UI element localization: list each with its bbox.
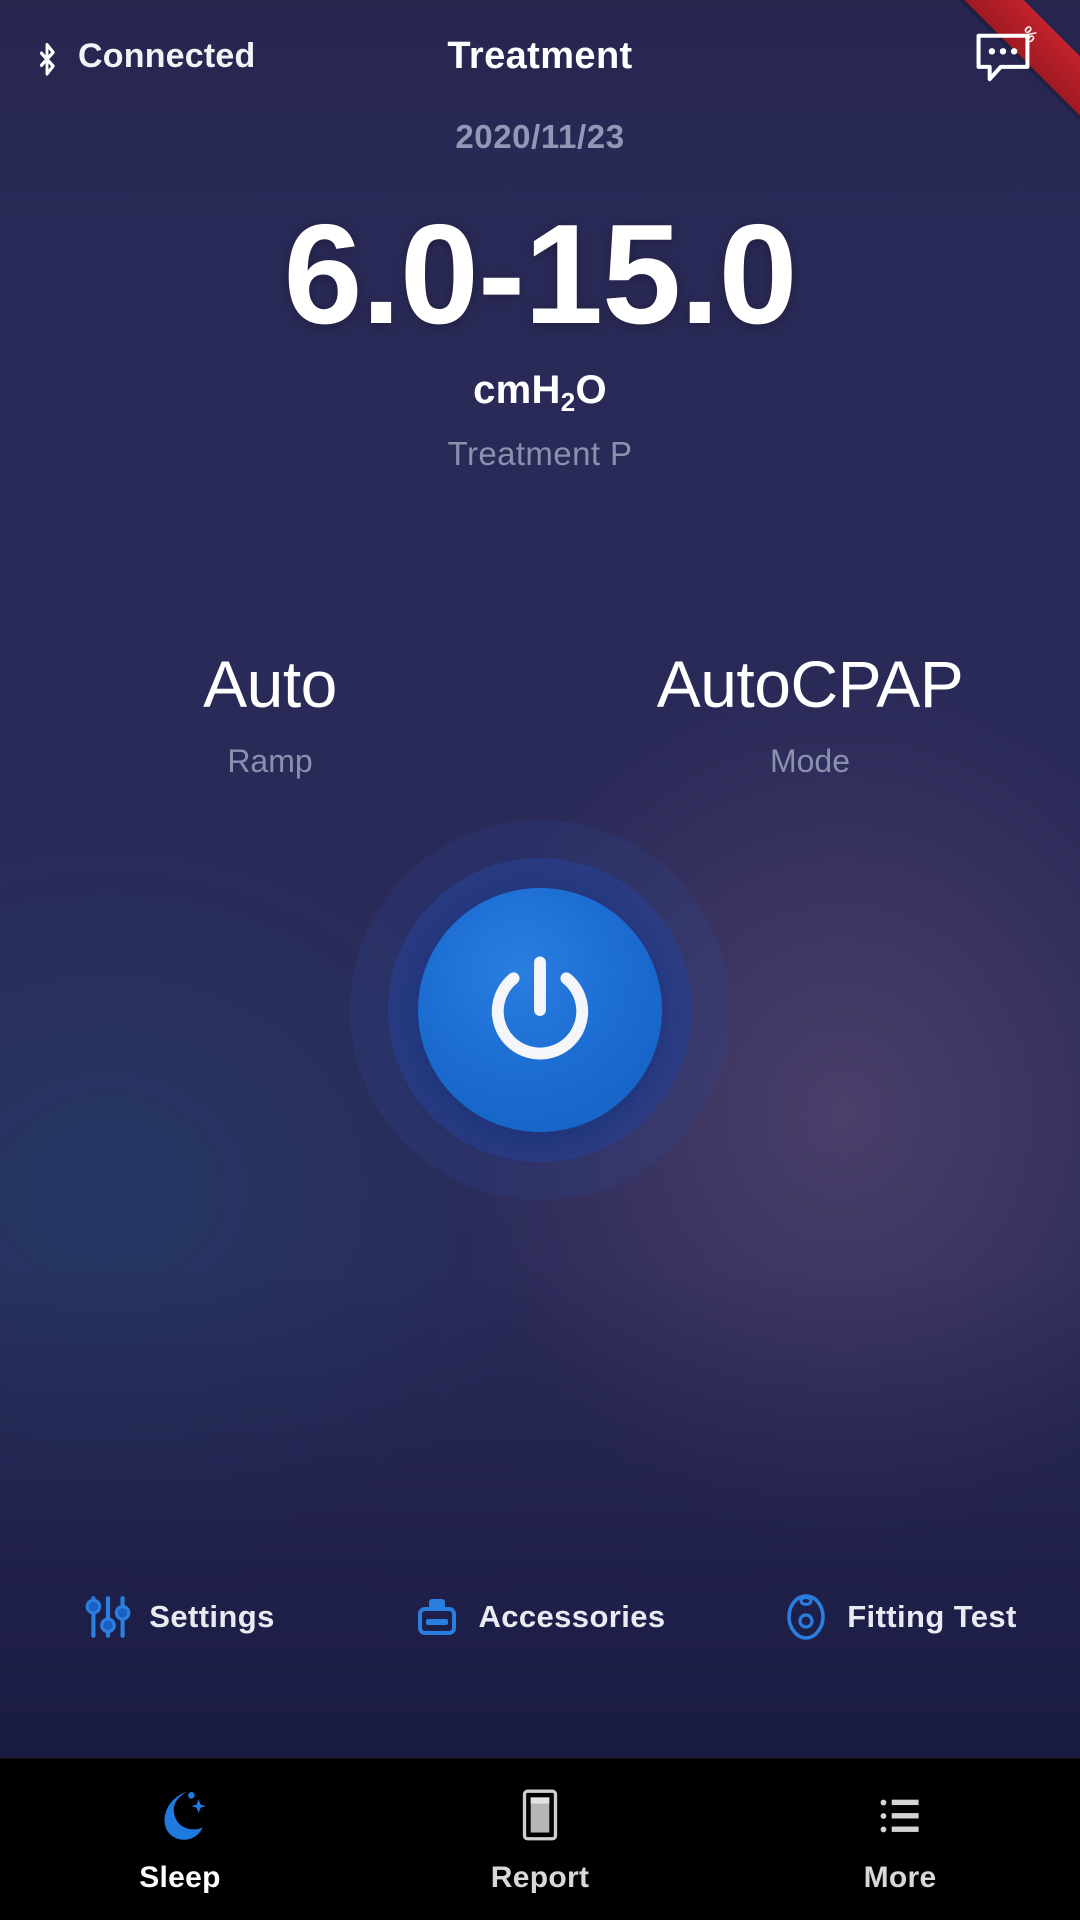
tab-sleep[interactable]: Sleep: [0, 1759, 360, 1920]
action-settings-label: Settings: [149, 1599, 275, 1634]
action-settings[interactable]: Settings: [0, 1592, 360, 1642]
pressure-unit-prefix: cmH: [473, 368, 561, 412]
bluetooth-icon: [40, 42, 55, 76]
tab-report[interactable]: Report: [360, 1759, 720, 1920]
power-icon: [491, 956, 589, 1060]
tab-sleep-label: Sleep: [139, 1860, 221, 1894]
moon-star-icon: [164, 1790, 206, 1840]
message-bubble-icon: [976, 33, 1030, 82]
pressure-unit-subscript: 2: [560, 387, 576, 417]
pressure-unit: cmH2O: [0, 368, 1080, 417]
mask-icon: [787, 1594, 826, 1640]
sliders-icon: [85, 1596, 131, 1638]
stat-mode-value: AutoCPAP: [656, 647, 964, 721]
action-accessories-label: Accessories: [478, 1599, 666, 1634]
header-bar: Connected Treatment: [0, 0, 1080, 112]
pressure-value: 6.0-15.0: [283, 195, 797, 354]
message-button[interactable]: [966, 26, 1040, 90]
treatment-readout: 2020/11/23 6.0-15.0 cmH2O Treatment P: [0, 118, 1080, 473]
bottom-tab-bar: Sleep Report More: [0, 1758, 1080, 1920]
tab-report-label: Report: [490, 1860, 590, 1894]
settings-summary-row: Auto Ramp AutoCPAP Mode: [0, 648, 1080, 780]
list-menu-icon: [880, 1799, 919, 1832]
action-fitting-test[interactable]: Fitting Test: [720, 1592, 1080, 1642]
tab-more-label: More: [863, 1860, 937, 1894]
tab-more[interactable]: More: [720, 1759, 1080, 1920]
bluetooth-status-label: Connected: [78, 36, 256, 75]
action-accessories[interactable]: Accessories: [360, 1592, 720, 1642]
report-document-icon: [522, 1789, 558, 1840]
power-button-core: [418, 888, 662, 1132]
power-button[interactable]: [350, 820, 730, 1200]
stat-ramp[interactable]: Auto Ramp: [0, 648, 540, 780]
quick-actions-row: Settings Accessories Fitting Test: [0, 1592, 1080, 1642]
stat-mode[interactable]: AutoCPAP Mode: [540, 648, 1080, 780]
treatment-date: 2020/11/23: [455, 118, 625, 155]
stat-ramp-label: Ramp: [227, 742, 313, 779]
action-fitting-test-label: Fitting Test: [847, 1599, 1017, 1634]
humidifier-icon: [418, 1599, 457, 1635]
pressure-caption: Treatment P: [447, 435, 633, 472]
app-root: % Connected Treatment 2020/11/23 6.0-15.…: [0, 0, 1080, 1920]
stat-mode-label: Mode: [769, 742, 851, 779]
bluetooth-status-group[interactable]: Connected: [30, 34, 255, 78]
pressure-unit-suffix: O: [575, 368, 607, 412]
stat-ramp-value: Auto: [203, 647, 337, 721]
